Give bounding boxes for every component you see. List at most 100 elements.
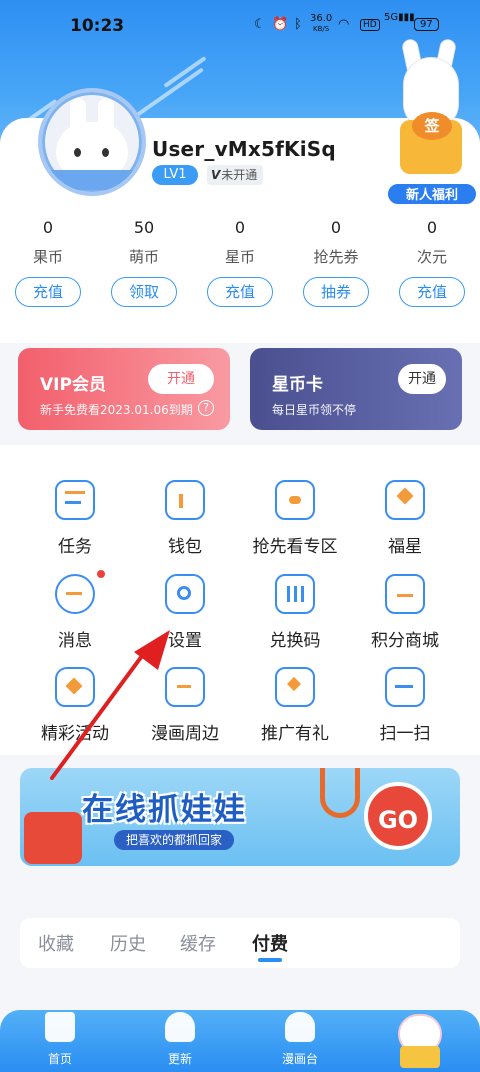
alarm-icon: ⏰ <box>272 17 289 32</box>
comic-desk-icon <box>285 1012 315 1042</box>
grid-item-referral[interactable]: 推广有礼 <box>240 667 350 744</box>
grid-label: 福星 <box>388 537 422 557</box>
vip-status-badge[interactable]: V未开通 <box>207 165 264 185</box>
tab-cache[interactable]: 缓存 <box>180 930 216 956</box>
grid-item-lucky-star[interactable]: 福星 <box>350 480 460 557</box>
mascot-book <box>400 1046 440 1068</box>
library-tabs <box>20 918 460 968</box>
grid-label: 积分商城 <box>371 631 439 651</box>
grid-label: 精彩活动 <box>41 724 109 744</box>
battery-icon: 97 <box>414 18 439 31</box>
message-unread-dot <box>97 570 105 578</box>
stat-value: 0 <box>330 218 342 237</box>
heart-envelope-icon <box>275 667 315 707</box>
gift-box-icon <box>385 574 425 614</box>
nav-updates[interactable]: 更新 <box>140 1012 220 1067</box>
grid-item-points-mall[interactable]: 积分商城 <box>350 574 460 651</box>
tab-history[interactable]: 历史 <box>110 930 146 956</box>
newbie-welfare[interactable]: 签 新人福利 <box>386 38 478 206</box>
stat-value: 0 <box>234 218 246 237</box>
grid-label: 消息 <box>58 631 92 651</box>
avatar[interactable] <box>38 88 146 196</box>
stat-mengbi: 50 萌币 领取 <box>96 218 192 307</box>
vip-card-subtitle: 新手免费看2023.01.06到期 <box>40 403 193 417</box>
username[interactable]: User_vMx5fKiSq <box>152 137 336 161</box>
nav-home[interactable]: 首页 <box>20 1012 100 1067</box>
claw-icon <box>320 768 360 818</box>
tab-active-indicator <box>258 958 282 962</box>
grid-label: 扫一扫 <box>379 724 431 744</box>
wallet-icon <box>165 480 205 520</box>
grid-item-redeem-code[interactable]: 兑换码 <box>240 574 350 651</box>
barcode-icon <box>275 574 315 614</box>
grid-item-messages[interactable]: 消息 <box>20 574 130 651</box>
stat-value: 0 <box>426 218 438 237</box>
recharge-button[interactable]: 充值 <box>399 277 465 307</box>
star-card-subtitle: 每日星币领不停 <box>272 403 357 417</box>
star-card-title: 星币卡 <box>272 375 323 395</box>
network-speed: 36.0 KB/S <box>310 13 333 34</box>
gear-icon <box>165 574 205 614</box>
task-list-icon <box>55 480 95 520</box>
hd-icon: HD <box>360 19 380 31</box>
avatar-eye <box>74 148 81 157</box>
grid-label: 任务 <box>58 537 92 557</box>
stat-label: 果币 <box>32 248 63 266</box>
banner-title: 在线抓娃娃 <box>82 792 247 828</box>
bluetooth-icon: ᛒ <box>294 17 302 32</box>
star-coin-card[interactable]: 星币卡 每日星币领不停 开通 <box>250 348 462 430</box>
wifi-icon: ◠ <box>338 17 350 32</box>
stat-label: 次元 <box>416 248 447 266</box>
claw-machine-banner[interactable]: 在线抓娃娃 把喜欢的都抓回家 GO <box>20 768 460 866</box>
level-badge[interactable]: LV1 <box>152 165 198 185</box>
moon-icon: ☾ <box>254 17 266 32</box>
tab-paid[interactable]: 付费 <box>252 930 288 956</box>
grid-label: 推广有礼 <box>261 724 329 744</box>
grid-item-task[interactable]: 任务 <box>20 480 130 557</box>
draw-coupon-button[interactable]: 抽券 <box>303 277 369 307</box>
stat-label: 萌币 <box>128 248 159 266</box>
welfare-label: 新人福利 <box>386 182 478 206</box>
grid-item-events[interactable]: 精彩活动 <box>20 667 130 744</box>
nav-label: 首页 <box>47 1052 72 1066</box>
ticket-icon <box>275 480 315 520</box>
star-house-icon <box>55 667 95 707</box>
help-icon[interactable]: ? <box>198 400 214 416</box>
banner-subtitle: 把喜欢的都抓回家 <box>114 830 235 850</box>
vip-card[interactable]: VIP会员 新手免费看2023.01.06到期 ? 开通 <box>18 348 230 430</box>
stat-ciyuan: 0 次元 充值 <box>384 218 480 307</box>
recharge-button[interactable]: 充值 <box>15 277 81 307</box>
star-card-open-button[interactable]: 开通 <box>398 364 446 394</box>
stat-label: 抢先券 <box>313 248 359 266</box>
grid-item-early-access[interactable]: 抢先看专区 <box>240 480 350 557</box>
stat-coupon: 0 抢先券 抽券 <box>288 218 384 307</box>
claim-button[interactable]: 领取 <box>111 277 177 307</box>
grid-item-settings[interactable]: 设置 <box>130 574 240 651</box>
grid-label: 兑换码 <box>269 631 321 651</box>
nav-label: 更新 <box>167 1052 192 1066</box>
vip-card-title: VIP会员 <box>40 375 106 395</box>
nav-comic-desk[interactable]: 漫画台 <box>260 1012 340 1067</box>
vip-open-button[interactable]: 开通 <box>148 364 214 394</box>
shopping-bag-icon <box>165 667 205 707</box>
profile-tab-mascot-icon[interactable] <box>390 1010 450 1072</box>
nav-label: 漫画台 <box>281 1052 318 1066</box>
scan-icon <box>385 667 425 707</box>
star-bag-icon <box>385 480 425 520</box>
stat-value: 0 <box>42 218 54 237</box>
grid-label: 钱包 <box>168 537 202 557</box>
sign-in-badge: 签 <box>412 112 452 140</box>
tab-favorites[interactable]: 收藏 <box>38 930 74 956</box>
grid-label: 设置 <box>168 631 202 651</box>
banner-go-button[interactable]: GO <box>364 782 432 850</box>
gift-box-illustration <box>24 812 82 864</box>
avatar-collar <box>42 170 142 190</box>
grid-item-merch[interactable]: 漫画周边 <box>130 667 240 744</box>
chat-bubble-icon <box>55 574 95 614</box>
stat-label: 星币 <box>224 248 255 266</box>
grid-item-scan[interactable]: 扫一扫 <box>350 667 460 744</box>
update-icon <box>165 1012 195 1042</box>
recharge-button[interactable]: 充值 <box>207 277 273 307</box>
grid-item-wallet[interactable]: 钱包 <box>130 480 240 557</box>
signal-icon: 5G▮▮▮ <box>384 12 415 23</box>
